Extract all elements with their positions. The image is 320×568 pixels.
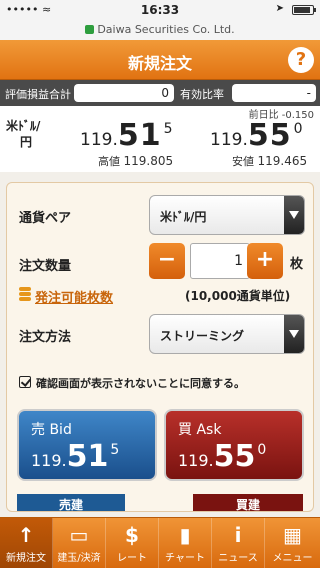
bid-button[interactable]: 売 Bid 119.51 5 [17, 409, 157, 481]
pair-name: 米ﾄﾞﾙ/円 [6, 119, 41, 149]
tab-positions[interactable]: ▭ 建玉/決済 [53, 518, 106, 568]
agree-label: 確認画面が表示されないことに同意する。 [36, 377, 245, 390]
chevron-down-icon [284, 196, 304, 234]
qty-unit: 枚 [290, 257, 304, 272]
pair-label: 通貨ペア [19, 211, 72, 226]
status-time: 16:33 [140, 3, 180, 17]
pair-select[interactable]: 米ﾄﾞﾙ/円 [149, 195, 305, 235]
method-select[interactable]: ストリーミング [149, 314, 305, 354]
tab-bar: ↑ 新規注文 ▭ 建玉/決済 $ レート ▮ チャート i ニュース ▦ メニュ… [0, 517, 320, 568]
lock-icon [85, 25, 95, 34]
unit-note: (10,000通貨単位) [185, 289, 291, 303]
tab-rates[interactable]: $ レート [106, 518, 159, 568]
location-icon: ➤ [275, 3, 284, 14]
coins-icon [19, 287, 31, 301]
folder-icon: ▭ [69, 523, 89, 547]
sell-open-label: 売建 [17, 494, 125, 511]
qty-minus-button[interactable]: − [149, 243, 185, 279]
account-summary: 評価損益合計 0 有効比率 - [0, 80, 320, 106]
rate-board: 米ﾄﾞﾙ/円 前日比 -0.150 119.51 5 119.55 0 高値 119… [0, 106, 320, 172]
ask-button[interactable]: 買 Ask 119.55 0 [164, 409, 304, 481]
available-qty-link[interactable]: 発注可能枚数 [35, 287, 113, 306]
battery-icon [292, 5, 316, 15]
low-rate: 安値 119.465 [232, 154, 308, 168]
page-title: 新規注文 [127, 54, 192, 73]
high-rate: 高値 119.805 [98, 154, 174, 168]
nav-bar: 新規注文 ? [0, 40, 320, 80]
help-button[interactable]: ? [288, 47, 314, 73]
dollar-icon: $ [125, 523, 139, 547]
tab-menu[interactable]: ▦ メニュー [265, 518, 320, 568]
chevron-down-icon [284, 315, 304, 353]
url-text: Daiwa Securities Co. Ltd. [97, 23, 235, 36]
tab-news[interactable]: i ニュース [212, 518, 265, 568]
ask-rate: 119.55 0 [210, 118, 303, 153]
tab-new-order[interactable]: ↑ 新規注文 [0, 518, 53, 568]
method-label: 注文方法 [19, 330, 72, 345]
agree-checkbox[interactable] [19, 376, 31, 388]
grid-icon: ▦ [283, 523, 302, 547]
pl-value: 0 [74, 84, 174, 102]
pl-label: 評価損益合計 [5, 88, 71, 101]
ratio-label: 有効比率 [180, 88, 224, 101]
qty-plus-button[interactable]: + [247, 243, 283, 279]
bid-rate: 119.51 5 [80, 118, 173, 153]
status-bar: ••••• ≈ 16:33 ➤ [0, 0, 320, 20]
tab-chart[interactable]: ▮ チャート [159, 518, 212, 568]
order-form: 通貨ペア 米ﾄﾞﾙ/円 注文数量 − 1 + 枚 発注可能枚数 (10,000通… [6, 182, 314, 512]
qty-input[interactable]: 1 [190, 243, 250, 279]
ratio-value: - [232, 84, 316, 102]
buy-open-label: 買建 [193, 494, 303, 511]
bar-chart-icon: ▮ [179, 523, 191, 547]
qty-label: 注文数量 [19, 259, 72, 274]
url-bar[interactable]: Daiwa Securities Co. Ltd. [0, 20, 320, 40]
info-icon: i [234, 523, 242, 547]
up-arrow-icon: ↑ [17, 523, 35, 547]
